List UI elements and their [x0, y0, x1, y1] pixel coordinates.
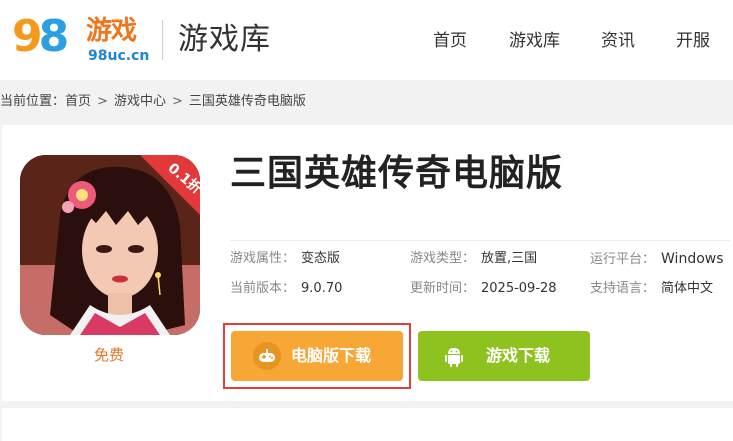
info-value: 变态版	[301, 251, 341, 266]
game-download-button[interactable]: 游戏下载	[418, 331, 590, 381]
info-value: 简体中文	[661, 281, 714, 296]
logo-url-text: 98uc.cn	[88, 48, 150, 64]
breadcrumb-separator: >	[97, 94, 108, 109]
info-value: 9.0.70	[301, 281, 343, 296]
info-label: 运行平台：	[590, 252, 656, 267]
gamepad-icon	[253, 342, 281, 370]
info-label: 当前版本：	[230, 281, 296, 296]
site-logo[interactable]: 98 游戏 98uc.cn	[12, 12, 152, 68]
info-label: 游戏属性：	[230, 251, 296, 266]
breadcrumb-game-center[interactable]: 游戏中心	[114, 93, 166, 111]
logo-digits: 98	[12, 11, 70, 62]
info-value: 2025-09-28	[481, 281, 557, 296]
info-version: 当前版本： 9.0.70	[230, 280, 342, 298]
logo-digit-8: 8	[38, 11, 70, 62]
info-language: 支持语言： 简体中文	[590, 280, 713, 298]
nav-server-open[interactable]: 开服	[676, 30, 710, 52]
info-label: 更新时间：	[410, 281, 476, 296]
info-update-time: 更新时间： 2025-09-28	[410, 280, 557, 298]
game-icon[interactable]: 0.1折	[20, 155, 200, 335]
site-title[interactable]: 游戏库	[178, 20, 271, 60]
breadcrumb-separator: >	[171, 94, 183, 109]
nav-game-library[interactable]: 游戏库	[509, 30, 560, 52]
pc-download-button[interactable]: 电脑版下载	[231, 331, 403, 381]
breadcrumb-prefix: 当前位置：	[0, 94, 66, 109]
header-divider	[162, 20, 163, 60]
android-icon	[440, 342, 468, 370]
info-label: 游戏类型：	[410, 251, 476, 266]
pc-download-label: 电脑版下载	[291, 346, 372, 365]
info-type: 游戏类型： 放置,三国	[410, 250, 537, 268]
site-header: 98 游戏 98uc.cn 游戏库 首页 游戏库 资讯 开服	[0, 0, 733, 80]
next-section-card	[2, 408, 733, 441]
breadcrumb-home[interactable]: 首页	[65, 93, 91, 111]
logo-digit-9: 9	[12, 11, 43, 62]
info-attribute: 游戏属性： 变态版	[230, 250, 340, 268]
info-label: 支持语言：	[590, 281, 656, 296]
nav-news[interactable]: 资讯	[601, 30, 635, 52]
logo-game-text: 游戏	[86, 16, 137, 46]
info-value: 放置,三国	[481, 251, 538, 266]
breadcrumb-current[interactable]: 三国英雄传奇电脑版	[189, 93, 306, 111]
info-value: Windows	[661, 251, 724, 267]
game-download-label: 游戏下载	[486, 346, 551, 365]
info-divider	[230, 240, 730, 241]
nav-home[interactable]: 首页	[433, 30, 467, 52]
game-title: 三国英雄传奇电脑版	[230, 153, 564, 194]
game-icon-art: 0.1折	[20, 155, 200, 335]
price-label: 免费	[94, 346, 125, 364]
breadcrumb: 当前位置：首页 > 游戏中心 > 三国英雄传奇电脑版	[0, 93, 306, 111]
info-platform: 运行平台： Windows	[590, 250, 724, 269]
